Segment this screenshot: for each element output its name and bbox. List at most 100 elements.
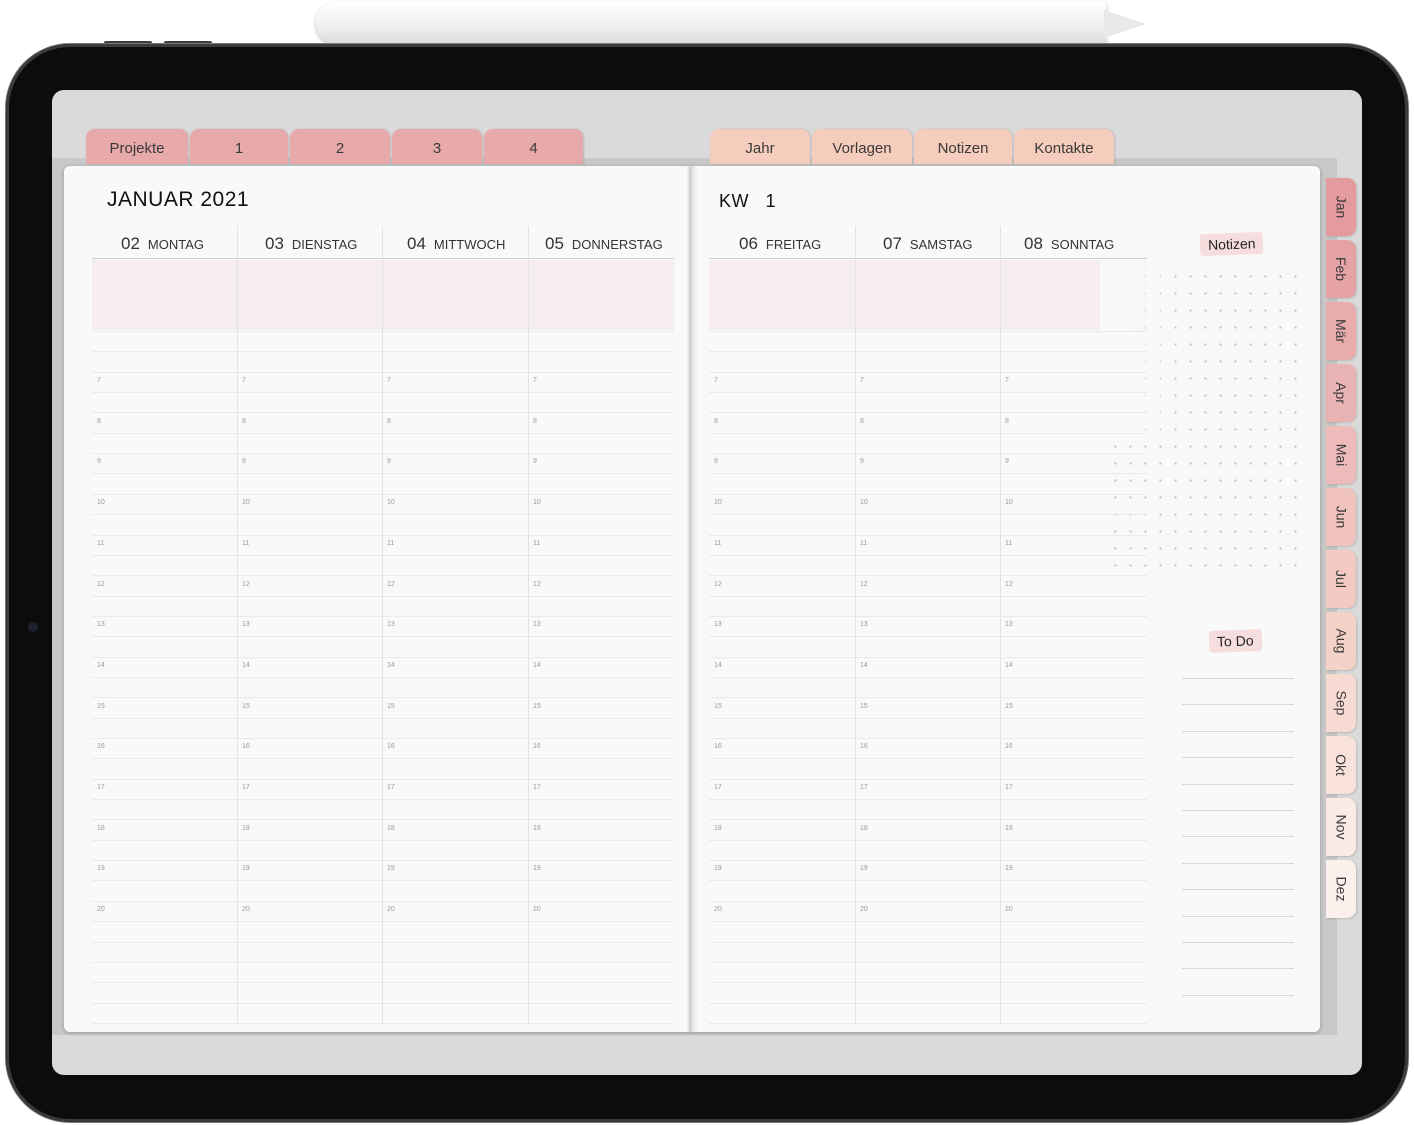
- tab-month-apr[interactable]: Apr: [1326, 364, 1356, 422]
- time-slot-line: [709, 860, 1147, 861]
- allday-row[interactable]: [92, 260, 674, 330]
- hour-label: 19: [387, 865, 395, 872]
- time-slot-line: [92, 657, 674, 658]
- time-slot-line: [709, 616, 1147, 617]
- tab-vorlagen[interactable]: Vorlagen: [812, 129, 912, 164]
- time-slot-line: [92, 697, 674, 698]
- todo-line[interactable]: [1182, 863, 1294, 864]
- todo-line[interactable]: [1182, 704, 1294, 705]
- todo-line[interactable]: [1182, 810, 1294, 811]
- time-slot-line: [709, 535, 1147, 536]
- hour-label: 18: [860, 825, 868, 832]
- tab-project-3[interactable]: 3: [392, 129, 482, 164]
- hour-label: 14: [387, 662, 395, 669]
- tab-month-aug[interactable]: Aug: [1326, 612, 1356, 670]
- hour-label: 18: [1005, 825, 1013, 832]
- hour-label: 7: [97, 377, 101, 384]
- todo-line[interactable]: [1182, 995, 1294, 996]
- time-slot-line: [92, 636, 674, 637]
- tab-projekte[interactable]: Projekte: [86, 129, 188, 164]
- time-slot-line: [709, 942, 1147, 943]
- tab-notizen[interactable]: Notizen: [914, 129, 1012, 164]
- todo-line[interactable]: [1182, 784, 1294, 785]
- hour-label: 12: [860, 581, 868, 588]
- hour-label: 10: [1005, 499, 1013, 506]
- hour-label: 10: [533, 499, 541, 506]
- time-slot-line: [92, 1023, 674, 1024]
- hour-label: 17: [1005, 784, 1013, 791]
- tab-label: Aug: [1332, 628, 1349, 654]
- tab-project-4[interactable]: 4: [484, 129, 583, 164]
- hour-label: 18: [714, 825, 722, 832]
- tab-month-dez[interactable]: Dez: [1326, 860, 1356, 918]
- day-header-sunday[interactable]: 08 SONNTAG: [1024, 234, 1114, 256]
- todo-line[interactable]: [1182, 731, 1294, 732]
- tab-label: Notizen: [937, 140, 989, 157]
- hour-label: 13: [860, 621, 868, 628]
- tab-month-nov[interactable]: Nov: [1326, 798, 1356, 856]
- time-slot-line: [709, 880, 1147, 881]
- day-header-friday[interactable]: 06 FREITAG: [739, 234, 821, 256]
- todo-line[interactable]: [1182, 889, 1294, 890]
- time-slot-line: [92, 596, 674, 597]
- day-header-saturday[interactable]: 07 SAMSTAG: [883, 234, 973, 256]
- tab-month-mar[interactable]: Mär: [1326, 302, 1356, 360]
- tab-month-jun[interactable]: Jun: [1326, 488, 1356, 546]
- hour-label: 16: [97, 743, 105, 750]
- day-header-tuesday[interactable]: 03 DIENSTAG: [265, 234, 357, 256]
- time-slot-line: [709, 697, 1147, 698]
- day-column-divider: [382, 226, 383, 1024]
- day-header-thursday[interactable]: 05 DONNERSTAG: [545, 234, 663, 256]
- day-header-monday[interactable]: 02 MONTAG: [121, 234, 204, 256]
- tab-month-mai[interactable]: Mai: [1326, 426, 1356, 484]
- tab-kontakte[interactable]: Kontakte: [1014, 129, 1114, 164]
- hour-label: 7: [860, 377, 864, 384]
- time-slot-line: [709, 453, 1147, 454]
- time-slot-line: [92, 942, 674, 943]
- todo-line[interactable]: [1182, 678, 1294, 679]
- time-slot-line: [709, 840, 1147, 841]
- hour-label: 14: [242, 662, 250, 669]
- tab-month-jan[interactable]: Jan: [1326, 178, 1356, 236]
- tab-month-feb[interactable]: Feb: [1326, 240, 1356, 298]
- allday-row[interactable]: [709, 260, 1147, 330]
- time-slot-line: [709, 412, 1147, 413]
- hour-label: 17: [533, 784, 541, 791]
- time-slot-line: [709, 596, 1147, 597]
- hour-label: 15: [860, 703, 868, 710]
- hour-label: 16: [387, 743, 395, 750]
- tab-label: 2: [335, 140, 345, 157]
- tab-project-1[interactable]: 1: [190, 129, 288, 164]
- todo-line[interactable]: [1182, 942, 1294, 943]
- hour-label: 8: [242, 418, 246, 425]
- time-slot-line: [92, 901, 674, 902]
- hour-label: 8: [387, 418, 391, 425]
- week-label: KW: [719, 191, 749, 211]
- hour-label: 9: [533, 458, 537, 465]
- day-name: FREITAG: [765, 237, 822, 252]
- pencil-tip: [1104, 10, 1146, 38]
- todo-line[interactable]: [1182, 916, 1294, 917]
- todo-line[interactable]: [1182, 757, 1294, 758]
- hour-label: 20: [242, 906, 250, 913]
- hour-label: 15: [533, 703, 541, 710]
- tab-month-okt[interactable]: Okt: [1326, 736, 1356, 794]
- tab-project-2[interactable]: 2: [290, 129, 390, 164]
- tab-month-jul[interactable]: Jul: [1326, 550, 1356, 608]
- tab-jahr[interactable]: Jahr: [710, 129, 810, 164]
- time-slot-line: [709, 677, 1147, 678]
- todo-line[interactable]: [1182, 968, 1294, 969]
- month-title: JANUAR 2021: [107, 188, 250, 211]
- day-header-wednesday[interactable]: 04 MITTWOCH: [407, 234, 505, 256]
- hour-label: 17: [387, 784, 395, 791]
- dot-grid-fade: [1100, 260, 1180, 440]
- todo-line[interactable]: [1182, 836, 1294, 837]
- hour-label: 9: [97, 458, 101, 465]
- time-slot-line: [709, 921, 1147, 922]
- hour-label: 8: [714, 418, 718, 425]
- day-number: 02: [121, 234, 140, 253]
- hour-label: 18: [533, 825, 541, 832]
- tab-label: Nov: [1333, 814, 1349, 840]
- tab-month-sep[interactable]: Sep: [1326, 674, 1356, 732]
- hour-label: 20: [714, 906, 722, 913]
